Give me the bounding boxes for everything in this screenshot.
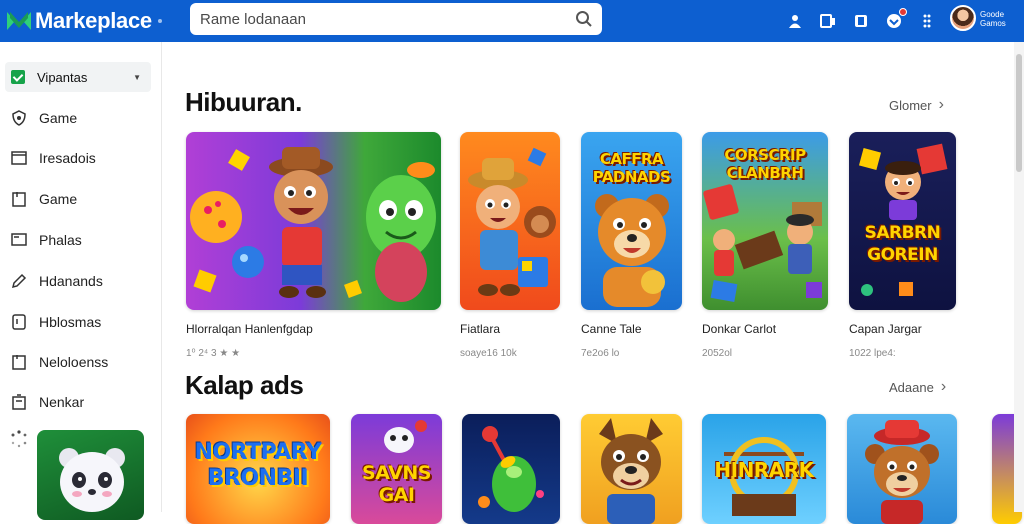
marketplace-logo-icon <box>6 10 32 32</box>
main-content: Hibuuran. Glomer › Hlorralqan Hanlenfgda… <box>163 42 1022 524</box>
sidebar-item-hblosmas[interactable]: Hblosmas <box>0 305 162 339</box>
section-more-link[interactable]: Glomer › <box>889 96 944 114</box>
separator-dot <box>157 19 162 23</box>
clipboard-icon <box>10 190 28 208</box>
pencil-icon <box>10 272 28 290</box>
section-more-link[interactable]: Adaane › <box>889 378 946 396</box>
search-icon[interactable] <box>566 10 602 28</box>
sidebar-item-label: Neloloenss <box>39 354 109 370</box>
sidebar-item-label: Nenkar <box>39 394 85 410</box>
more-link-label: Adaane <box>889 379 934 395</box>
avatar[interactable] <box>950 5 976 31</box>
card-title: Donkar Carlot <box>702 322 777 336</box>
box-icon <box>10 353 28 371</box>
sidebar-item-label: Game <box>39 191 78 207</box>
tag-icon <box>10 313 28 331</box>
card-title: Canne Tale <box>581 322 642 336</box>
game-card-art[interactable]: CORSCRIP CLANBRH <box>702 132 828 310</box>
search-bar[interactable]: Rame lodanaan <box>190 3 602 35</box>
card-meta: 1⁰ 2⁴ 3 ★ ★ <box>186 348 241 359</box>
game-card-art[interactable] <box>847 414 957 524</box>
chevron-down-icon: ▼ <box>133 72 141 82</box>
shield-icon <box>10 109 28 127</box>
sidebar-item-label: Phalas <box>39 232 82 248</box>
bag-icon <box>10 393 28 411</box>
game-card-art[interactable] <box>462 414 560 524</box>
user-menu[interactable]: Goode Gamos <box>980 10 1016 28</box>
more-link-label: Glomer <box>889 97 932 113</box>
loading-spinner-icon <box>10 430 28 448</box>
category-select-label: Vipantas <box>37 69 88 85</box>
game-card-art[interactable]: NORTPARY BRONBII <box>186 414 330 524</box>
notification-badge <box>899 8 907 16</box>
card-title: Capan Jargar <box>849 322 922 336</box>
game-card-art[interactable] <box>581 414 682 524</box>
sidebar-item-label: Hdanands <box>39 273 103 289</box>
more-vertical-icon[interactable] <box>916 10 938 32</box>
card-meta: 7e2o6 lo <box>581 348 620 359</box>
game-card-art[interactable]: HINRARK <box>702 414 826 524</box>
section-title: Kalap ads <box>185 370 304 400</box>
user-subtitle: Gamos <box>980 19 1006 28</box>
card-art-title: HINRARK <box>714 458 814 482</box>
card-art-title: SAVNS GAI <box>362 462 431 506</box>
sidebar-item-game[interactable]: Game <box>0 101 162 135</box>
sidebar: Vipantas ▼ Game Iresadois Game Phalas Hd… <box>0 42 162 520</box>
sidebar-item-phalas[interactable]: Phalas <box>0 223 162 257</box>
search-input[interactable]: Rame lodanaan <box>200 11 566 28</box>
promo-panda-card[interactable] <box>37 430 144 520</box>
check-icon <box>11 70 25 84</box>
category-select[interactable]: Vipantas ▼ <box>5 62 151 92</box>
library-icon[interactable] <box>817 10 839 32</box>
card-meta: 1022 lpe4: <box>849 348 896 359</box>
card-art-title: NORTPARY BRONBII <box>194 440 322 491</box>
sidebar-item-game-2[interactable]: Game <box>0 182 162 216</box>
wallet-icon[interactable] <box>850 10 872 32</box>
sidebar-item-hdanands[interactable]: Hdanands <box>0 264 162 298</box>
game-card-art[interactable]: SAVNS GAI <box>351 414 442 524</box>
monitor-icon <box>10 231 28 249</box>
chevron-right-icon: › <box>938 96 944 113</box>
sidebar-item-label: Iresadois <box>39 150 96 166</box>
gamepad-icon[interactable] <box>784 10 806 32</box>
sidebar-item-neloloenss[interactable]: Neloloenss <box>0 345 162 379</box>
sidebar-item-nenkar[interactable]: Nenkar <box>0 385 162 419</box>
chevron-right-icon: › <box>940 378 947 395</box>
user-name: Goode <box>980 10 1005 19</box>
card-meta: soaye16 10k <box>460 348 517 359</box>
sidebar-item-iresadois[interactable]: Iresadois <box>0 141 162 175</box>
game-card-art[interactable]: CAFFRA PADNADS <box>581 132 682 310</box>
card-title: Hlorralqan Hanlenfgdap <box>186 322 313 336</box>
card-title: Fiatlara <box>460 322 501 336</box>
card-art-title: SARBRN GOREIN <box>864 223 941 265</box>
notifications-icon[interactable] <box>883 8 907 32</box>
sidebar-item-label: Game <box>39 110 78 126</box>
section-title: Hibuuran. <box>185 87 302 117</box>
window-icon <box>10 149 28 167</box>
sidebar-item-label: Hblosmas <box>39 314 102 330</box>
game-card-art[interactable] <box>186 132 441 310</box>
game-card-art[interactable] <box>460 132 560 310</box>
app-title: Markeplace <box>35 8 152 33</box>
game-card-art[interactable]: SARBRN GOREIN <box>849 132 956 310</box>
card-meta: 2052ol <box>702 348 733 359</box>
app-logo[interactable]: Markeplace <box>6 8 176 34</box>
top-bar: Markeplace Rame lodanaan Goode Gamos <box>0 0 1024 42</box>
scrollbar-thumb[interactable] <box>1016 54 1022 172</box>
